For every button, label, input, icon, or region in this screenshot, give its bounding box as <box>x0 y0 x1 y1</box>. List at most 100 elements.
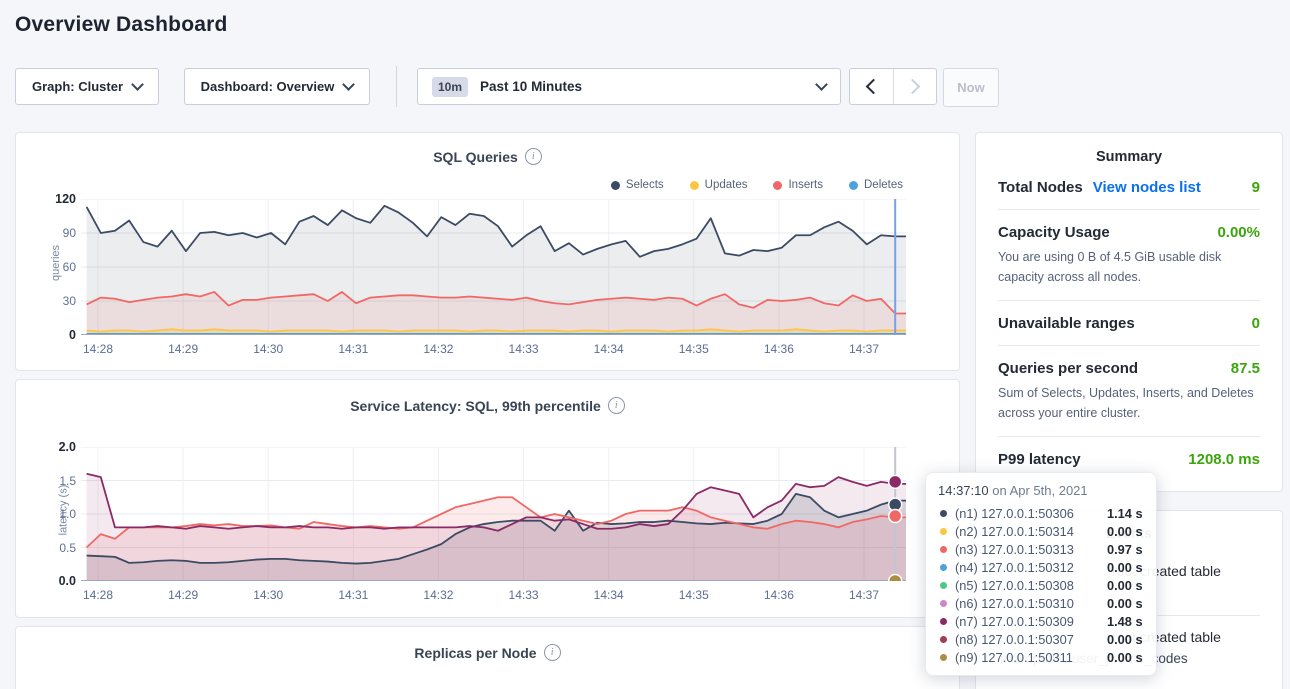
node-latency-value: 0.00 s <box>1107 650 1143 665</box>
summary-title: Summary <box>976 149 1282 165</box>
node-latency-value: 0.00 s <box>1107 524 1143 539</box>
qps-value: 87.5 <box>1231 360 1260 377</box>
capacity-usage-value: 0.00% <box>1217 224 1260 241</box>
qps-desc: Sum of Selects, Updates, Inserts, and De… <box>976 383 1278 423</box>
x-axis-tick: 14:32 <box>414 342 462 356</box>
info-icon[interactable]: i <box>544 644 561 661</box>
x-axis-tick: 14:37 <box>840 588 888 602</box>
summary-row-capacity: Capacity Usage 0.00% <box>976 224 1282 241</box>
graph-scope-dropdown[interactable]: Graph: Cluster <box>15 68 159 105</box>
node-latency-value: 1.14 s <box>1107 506 1143 521</box>
time-range-dropdown[interactable]: 10m Past 10 Minutes <box>417 68 841 105</box>
y-axis-tick: 120 <box>32 192 76 206</box>
graph-scope-label: Graph: Cluster <box>32 79 123 94</box>
total-nodes-value: 9 <box>1252 179 1260 196</box>
p99-latency-value: 1208.0 ms <box>1188 451 1260 468</box>
node-address: (n6) 127.0.0.1:50310 <box>955 596 1107 611</box>
time-window-label: Past 10 Minutes <box>480 79 582 94</box>
overview-dashboard-page: Overview Dashboard Graph: Cluster Dashbo… <box>0 0 1290 689</box>
chart-hover-tooltip: 14:37:10 on Apr 5th, 2021 (n1) 127.0.0.1… <box>925 472 1157 676</box>
node-address: (n2) 127.0.0.1:50314 <box>955 524 1107 539</box>
node-address: (n9) 127.0.0.1:50311 <box>955 650 1107 665</box>
tooltip-node-row: (n9) 127.0.0.1:503110.00 s <box>938 648 1144 666</box>
x-axis-tick: 14:29 <box>159 588 207 602</box>
divider <box>998 300 1260 301</box>
time-nav-group <box>849 68 937 105</box>
x-axis-tick: 14:28 <box>74 342 122 356</box>
legend-item[interactable]: Deletes <box>849 179 903 191</box>
info-icon[interactable]: i <box>608 397 625 414</box>
service-latency-chart-panel: Service Latency: SQL, 99th percentile i … <box>15 379 960 618</box>
x-axis-tick: 14:30 <box>244 342 292 356</box>
y-axis-tick: 90 <box>32 226 76 240</box>
y-axis-tick: 60 <box>32 260 76 274</box>
y-axis-tick: 1.5 <box>32 474 76 488</box>
service-latency-chart-title: Service Latency: SQL, 99th percentile i <box>16 397 959 414</box>
page-title: Overview Dashboard <box>15 13 228 37</box>
tooltip-rows: (n1) 127.0.0.1:503061.14 s(n2) 127.0.0.1… <box>938 504 1144 666</box>
time-back-button[interactable] <box>850 69 893 104</box>
node-latency-value: 0.00 s <box>1107 596 1143 611</box>
capacity-usage-desc: You are using 0 B of 4.5 GiB usable disk… <box>976 247 1270 287</box>
sql-queries-chart-panel: SQL Queries i SelectsUpdatesInsertsDelet… <box>15 132 960 371</box>
node-address: (n4) 127.0.0.1:50312 <box>955 560 1107 575</box>
x-axis-tick: 14:33 <box>500 342 548 356</box>
chevron-down-icon <box>815 78 828 91</box>
divider <box>998 345 1260 346</box>
chevron-down-icon <box>342 78 355 91</box>
legend-item[interactable]: Selects <box>611 179 664 191</box>
replicas-chart-title: Replicas per Node i <box>16 644 959 661</box>
chart-canvas[interactable] <box>81 447 906 581</box>
divider <box>998 209 1260 210</box>
y-axis-tick: 30 <box>32 294 76 308</box>
x-axis-tick: 14:32 <box>414 588 462 602</box>
dashboard-dropdown[interactable]: Dashboard: Overview <box>184 68 370 105</box>
dashboard-label: Dashboard: Overview <box>201 79 335 94</box>
series-dot <box>940 564 947 571</box>
now-button[interactable]: Now <box>943 68 999 107</box>
sql-queries-legend: Selects Updates Inserts Deletes <box>611 179 903 191</box>
node-address: (n5) 127.0.0.1:50308 <box>955 578 1107 593</box>
info-icon[interactable]: i <box>525 148 542 165</box>
node-address: (n3) 127.0.0.1:50313 <box>955 542 1107 557</box>
x-axis-tick: 14:30 <box>244 588 292 602</box>
tooltip-node-row: (n3) 127.0.0.1:503130.97 s <box>938 540 1144 558</box>
x-axis-tick: 14:31 <box>329 588 377 602</box>
chart-canvas[interactable] <box>81 199 906 335</box>
series-dot <box>940 600 947 607</box>
series-dot <box>940 636 947 643</box>
summary-row-qps: Queries per second 87.5 <box>976 360 1282 377</box>
node-latency-value: 0.00 s <box>1107 632 1143 647</box>
series-dot <box>940 582 947 589</box>
x-axis-tick: 14:34 <box>585 588 633 602</box>
series-dot <box>940 654 947 661</box>
chevron-right-icon <box>905 79 921 95</box>
series-dot <box>940 510 947 517</box>
y-axis-tick: 1.0 <box>32 507 76 521</box>
x-axis-tick: 14:37 <box>840 342 888 356</box>
node-latency-value: 0.00 s <box>1107 578 1143 593</box>
node-address: (n8) 127.0.0.1:50307 <box>955 632 1107 647</box>
series-dot <box>940 528 947 535</box>
tooltip-node-row: (n8) 127.0.0.1:503070.00 s <box>938 630 1144 648</box>
legend-dot <box>849 181 858 190</box>
x-axis-tick: 14:29 <box>159 342 207 356</box>
tooltip-node-row: (n1) 127.0.0.1:503061.14 s <box>938 504 1144 522</box>
summary-row-unavailable: Unavailable ranges 0 <box>976 315 1282 332</box>
y-axis-tick: 0.5 <box>32 541 76 555</box>
legend-item[interactable]: Inserts <box>773 179 823 191</box>
node-address: (n7) 127.0.0.1:50309 <box>955 614 1107 629</box>
time-forward-button[interactable] <box>893 69 937 104</box>
x-axis-tick: 14:28 <box>74 588 122 602</box>
tooltip-node-row: (n5) 127.0.0.1:503080.00 s <box>938 576 1144 594</box>
y-axis-tick: 0 <box>32 328 76 342</box>
node-latency-value: 0.00 s <box>1107 560 1143 575</box>
time-window-badge: 10m <box>432 77 468 97</box>
view-nodes-list-link[interactable]: View nodes list <box>1093 179 1201 196</box>
legend-item[interactable]: Updates <box>690 179 748 191</box>
series-dot <box>940 546 947 553</box>
node-address: (n1) 127.0.0.1:50306 <box>955 506 1107 521</box>
toolbar-divider <box>396 66 397 107</box>
tooltip-node-row: (n4) 127.0.0.1:503120.00 s <box>938 558 1144 576</box>
summary-row-p99: P99 latency 1208.0 ms <box>976 451 1282 468</box>
